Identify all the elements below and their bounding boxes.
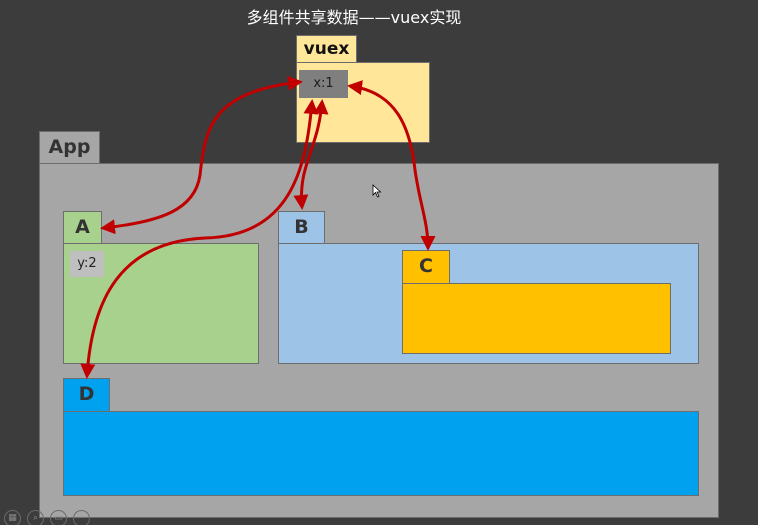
vuex-tab: vuex xyxy=(296,35,357,63)
component-d-tab: D xyxy=(63,378,110,412)
grid-icon[interactable]: ▦ xyxy=(4,510,21,525)
component-d-box xyxy=(63,411,699,496)
app-tab: App xyxy=(39,131,100,164)
zoom-icon[interactable]: ⌕ xyxy=(27,510,44,525)
diagram-canvas: 多组件共享数据——vuex实现 App vuex x:1 A y:2 B C D… xyxy=(0,0,758,525)
diagram-title: 多组件共享数据——vuex实现 xyxy=(246,8,462,27)
component-c-box xyxy=(402,283,671,354)
more-icon[interactable]: ⋯ xyxy=(73,510,90,525)
screen-icon[interactable]: ▭ xyxy=(50,510,67,525)
vuex-state-x: x:1 xyxy=(299,70,348,98)
viewer-toolbar: ▦ ⌕ ▭ ⋯ xyxy=(4,510,90,525)
component-a-tab: A xyxy=(63,211,102,244)
component-b-tab: B xyxy=(278,211,325,244)
component-c-tab: C xyxy=(402,250,450,284)
mouse-cursor-icon xyxy=(372,184,382,198)
component-a-state-y: y:2 xyxy=(70,251,104,277)
